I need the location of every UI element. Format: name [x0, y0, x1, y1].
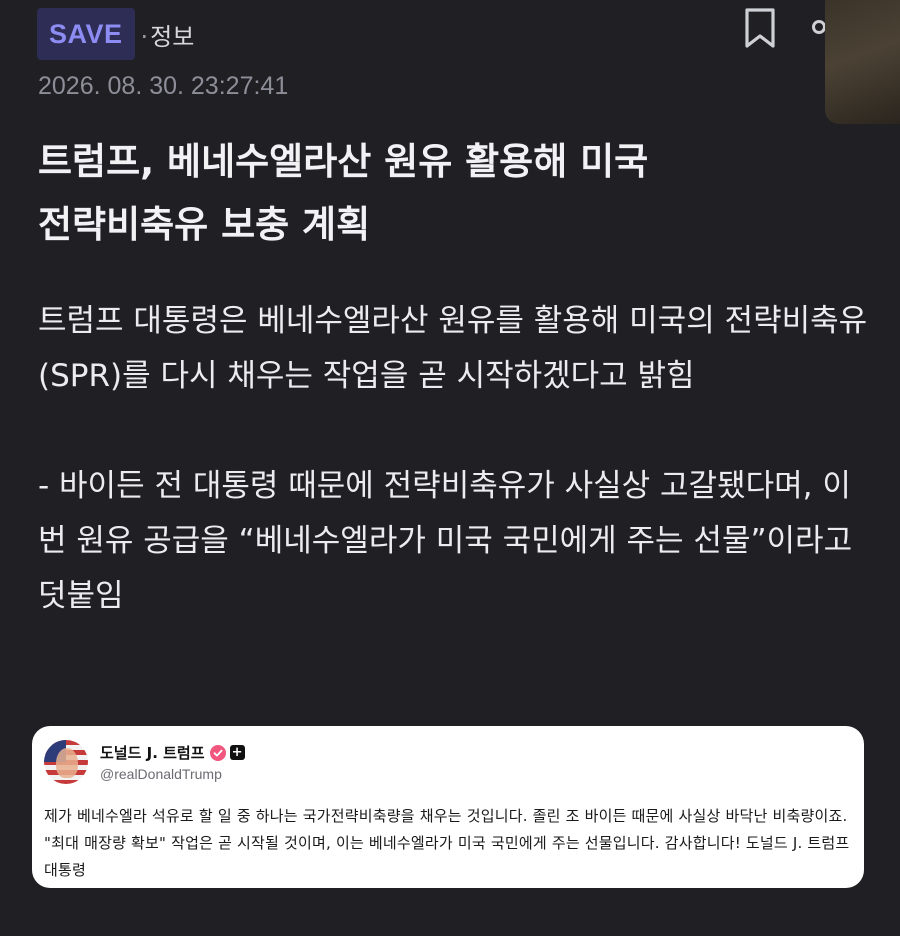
save-badge[interactable]: SAVE	[37, 8, 135, 60]
article-title: 트럼프, 베네수엘라산 원유 활용해 미국 전략비축유 보충 계획	[38, 130, 798, 256]
bookmark-icon[interactable]	[743, 7, 777, 49]
avatar[interactable]	[44, 740, 88, 784]
verified-icon	[209, 744, 226, 761]
embedded-post-card[interactable]: 도널드 J. 트럼프 + @realDonaldTrump 제가 베네수엘라 석…	[32, 726, 864, 888]
tweet-author-name[interactable]: 도널드 J. 트럼프 +	[100, 742, 245, 763]
thumbnail-image[interactable]	[825, 0, 900, 124]
article-body: 트럼프 대통령은 베네수엘라산 원유를 활용해 미국의 전략비축유(SPR)를 …	[38, 294, 878, 624]
tweet-author-handle[interactable]: @realDonaldTrump	[100, 766, 222, 782]
author-name-text: 도널드 J. 트럼프	[100, 744, 205, 762]
title-line-2: 전략비축유 보충 계획	[38, 203, 371, 246]
body-paragraph-1: 트럼프 대통령은 베네수엘라산 원유를 활용해 미국의 전략비축유(SPR)를 …	[38, 303, 868, 394]
page: SAVE ·정보 2026. 08. 30. 23:27:41 트럼프, 베네수…	[0, 0, 900, 936]
plus-icon: +	[229, 745, 245, 760]
tweet-text: 제가 베네수엘라 석유로 할 일 중 하나는 국가전략비축량을 채우는 것입니다…	[44, 807, 850, 879]
body-paragraph-2: - 바이든 전 대통령 때문에 전략비축유가 사실상 고갈됐다며, 이번 원유 …	[38, 468, 853, 614]
category-dot: ·	[140, 22, 149, 51]
title-line-1: 트럼프, 베네수엘라산 원유 활용해 미국	[38, 140, 649, 183]
category-label[interactable]: ·정보	[141, 17, 195, 52]
post-date: 2026. 08. 30. 23:27:41	[38, 72, 289, 100]
category-text: 정보	[150, 22, 195, 51]
